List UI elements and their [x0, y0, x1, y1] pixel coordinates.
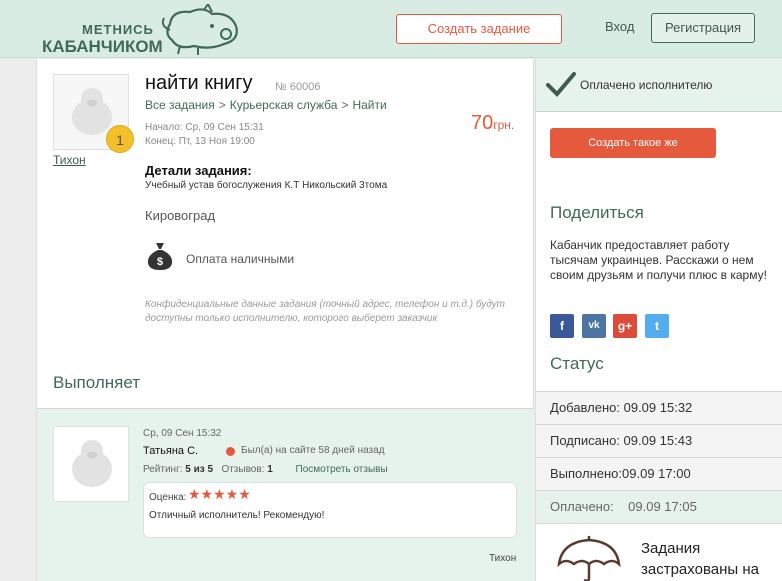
site-header: МЕТНИСЬ КАБАНЧИКОМ Создать задание Вход … [0, 0, 782, 58]
share-text: Кабанчик предоставляет работу тысячам ук… [550, 238, 767, 282]
pig-placeholder-icon [72, 440, 112, 487]
details-heading: Детали задания: [145, 163, 252, 178]
task-city: Кировоград [145, 208, 216, 223]
view-reviews-link[interactable]: Посмотреть отзывы [296, 464, 388, 475]
performer-card: Ср, 09 Сен 15:32 Татьяна С. Был(а) на са… [37, 408, 534, 581]
money-bag-icon: $ [147, 243, 173, 270]
task-price: 70грн. [471, 112, 514, 135]
price-value: 70 [471, 112, 494, 134]
paid-status-banner: Оплачено исполнителю [536, 59, 782, 112]
payment-method: Оплата наличными [186, 252, 295, 266]
task-title: найти книгу [145, 72, 253, 94]
register-button[interactable]: Регистрация [651, 13, 755, 43]
performer-rating: Рейтинг: 5 из 5 Отзывов: 1 Посмотреть от… [143, 464, 388, 475]
rating-label: Рейтинг: [143, 464, 183, 475]
review-text: Отличный исполнитель! Рекомендую! [149, 510, 325, 521]
details-text: Учебный устав богослужения К.Т Никольски… [145, 180, 388, 191]
status-added: Добавлено: 09.09 15:32 [536, 391, 782, 424]
reviews-count: 1 [267, 464, 273, 475]
logo-line1: МЕТНИСЬ [82, 22, 154, 37]
performer-date: Ср, 09 Сен 15:32 [143, 428, 222, 439]
review-bubble: Оценка: ★★★★★ Отличный исполнитель! Реко… [143, 482, 517, 538]
performer-avatar[interactable] [53, 426, 129, 502]
task-start-date: Начало: Ср, 09 Сен 15:31 [145, 122, 264, 133]
twitter-icon[interactable]: t [645, 314, 669, 338]
umbrella-icon [557, 536, 621, 581]
performer-heading: Выполняет [53, 373, 141, 392]
confidential-note: Конфиденциальные данные задания (точный … [145, 299, 506, 324]
rating-stars: ★★★★★ [188, 486, 251, 502]
status-heading: Статус [550, 354, 604, 373]
owner-rank-badge: 1 [106, 125, 134, 153]
logo-line2: КАБАНЧИКОМ [42, 37, 163, 56]
sidebar: Оплачено исполнителю Создать такое же По… [535, 59, 782, 581]
task-dates: Начало: Ср, 09 Сен 15:31 Конец: Пт, 13 Н… [145, 121, 264, 149]
breadcrumb-find[interactable]: Найти [352, 98, 386, 112]
checkmark-icon [546, 72, 576, 97]
status-paid: Оплачено: 09.09 17:05 [536, 490, 782, 523]
status-done: Выполнено:09.09 17:00 [536, 457, 782, 490]
login-link[interactable]: Вход [605, 19, 634, 34]
insurance-block: Задания застрахованы на 1000 [536, 523, 782, 581]
insurance-text: Задания застрахованы на 1000 [641, 540, 759, 578]
rating-value: 5 из 5 [185, 464, 214, 475]
create-same-button[interactable]: Создать такое же [550, 128, 716, 158]
paid-label: Оплачено исполнителю [580, 78, 713, 92]
site-logo[interactable]: МЕТНИСЬ КАБАНЧИКОМ [42, 4, 242, 56]
breadcrumb-separator: > [218, 98, 226, 112]
task-panel: 1 Тихон найти книгу № 60006 Все задания >… [36, 59, 534, 581]
breadcrumb-all-tasks[interactable]: Все задания [145, 98, 215, 112]
breadcrumb-courier[interactable]: Курьерская служба [230, 98, 338, 112]
svg-text:$: $ [157, 256, 163, 268]
status-signed: Подписано: 09.09 15:43 [536, 424, 782, 457]
reviews-label: Отзывов: [221, 464, 265, 475]
review-author[interactable]: Тихон [489, 553, 516, 564]
task-number: № 60006 [275, 81, 321, 93]
create-task-button[interactable]: Создать задание [396, 14, 562, 44]
share-heading: Поделиться [550, 203, 644, 222]
price-currency: грн. [493, 118, 515, 132]
breadcrumb-separator: > [341, 98, 349, 112]
offline-status-icon [226, 447, 235, 456]
pig-logo-icon [161, 4, 238, 55]
facebook-icon[interactable]: f [550, 314, 574, 338]
score-label: Оценка: [149, 492, 187, 503]
breadcrumb: Все задания > Курьерская служба > Найти [145, 98, 387, 112]
vk-icon[interactable]: vk [582, 314, 606, 338]
owner-name-link[interactable]: Тихон [53, 153, 86, 167]
google-plus-icon[interactable]: g+ [613, 314, 637, 338]
last-seen: Был(а) на сайте 58 дней назад [241, 445, 385, 456]
task-end-date: Конец: Пт, 13 Ноя 19:00 [145, 136, 255, 147]
performer-name[interactable]: Татьяна С. [143, 445, 198, 457]
